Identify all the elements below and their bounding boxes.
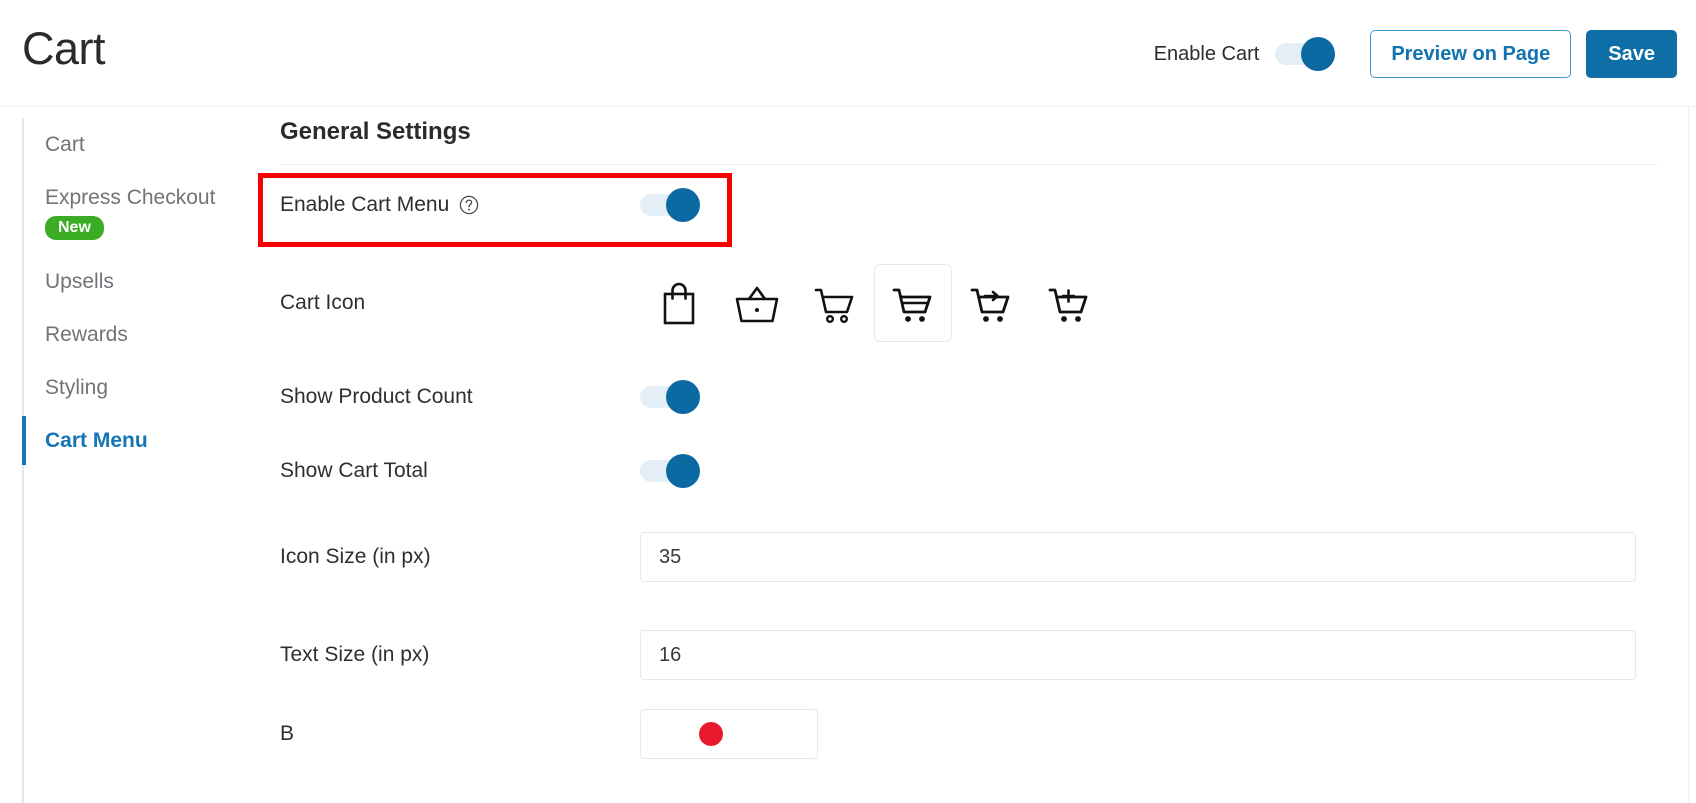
show-product-count-label: Show Product Count — [280, 385, 473, 408]
text-size-label: Text Size (in px) — [280, 643, 430, 666]
cart-arrow-icon — [966, 280, 1016, 326]
row-text-size: Text Size (in px) — [280, 606, 1670, 704]
page-header: Cart Enable Cart Preview on Page Save — [0, 0, 1696, 107]
sidebar-item-upsells[interactable]: Upsells — [24, 255, 246, 308]
sidebar-item-express-checkout[interactable]: Express Checkout New — [24, 171, 246, 255]
sidebar-item-cart[interactable]: Cart — [24, 118, 246, 171]
sidebar-item-styling[interactable]: Styling — [24, 361, 246, 414]
preview-on-page-button[interactable]: Preview on Page — [1370, 30, 1572, 78]
cart-icon-option-cart-outline[interactable] — [796, 264, 874, 342]
cart-icon-choices — [640, 263, 1108, 342]
enable-cart-toggle[interactable] — [1275, 37, 1336, 71]
show-cart-total-toggle[interactable] — [640, 454, 700, 488]
new-badge: New — [45, 215, 104, 241]
enable-cart-group: Enable Cart — [1153, 37, 1336, 71]
cart-icon-option-cart-filled[interactable] — [874, 263, 952, 342]
shopping-basket-icon — [732, 280, 782, 326]
cart-icon-label-group: Cart Icon — [280, 291, 640, 315]
text-size-input[interactable] — [640, 630, 1636, 680]
section-title-general-settings: General Settings — [280, 118, 471, 145]
shopping-cart-icon — [888, 280, 938, 326]
cart-icon-option-basket[interactable] — [718, 264, 796, 342]
enable-cart-label: Enable Cart — [1153, 42, 1260, 65]
row-icon-size: Icon Size (in px) — [280, 508, 1670, 606]
enable-cart-menu-label: Enable Cart Menu — [280, 193, 450, 216]
question-circle-icon[interactable] — [459, 195, 479, 215]
sidebar-item-label: Rewards — [45, 322, 128, 346]
shopping-bag-icon — [658, 280, 700, 326]
settings-sidebar: Cart Express Checkout New Upsells Reward… — [22, 118, 246, 803]
icon-size-label-group: Icon Size (in px) — [280, 545, 640, 569]
sidebar-item-rewards[interactable]: Rewards — [24, 308, 246, 361]
page-title: Cart — [22, 23, 106, 74]
header-actions: Enable Cart Preview on Page Save — [1154, 30, 1677, 78]
cart-settings-page: Cart Enable Cart Preview on Page Save Ca… — [0, 0, 1696, 803]
cart-icon-option-cart-arrow[interactable] — [952, 264, 1030, 342]
sidebar-item-label: Cart — [45, 132, 85, 156]
show-cart-total-label-group: Show Cart Total — [280, 459, 640, 483]
cart-icon-label: Cart Icon — [280, 290, 366, 314]
cart-plus-icon — [1044, 280, 1094, 326]
cart-icon-option-cart-plus[interactable] — [1030, 264, 1108, 342]
cart-icon-option-shopping-bag[interactable] — [640, 264, 718, 342]
background-color-picker[interactable] — [640, 709, 818, 759]
sidebar-item-label: Cart Menu — [45, 428, 148, 452]
toggle-knob — [666, 380, 700, 414]
show-product-count-label-group: Show Product Count — [280, 385, 640, 409]
row-cart-icon: Cart Icon — [280, 245, 1670, 360]
enable-cart-menu-toggle[interactable] — [640, 188, 700, 222]
icon-size-input[interactable] — [640, 532, 1636, 582]
row-enable-cart-menu: Enable Cart Menu — [280, 165, 1670, 245]
show-product-count-toggle[interactable] — [640, 380, 700, 414]
color-swatch-icon — [699, 722, 723, 746]
background-label: B — [280, 722, 295, 745]
toggle-knob — [666, 188, 700, 222]
shopping-cart-outline-icon — [810, 280, 860, 326]
icon-size-label: Icon Size (in px) — [280, 545, 431, 568]
toggle-knob — [666, 454, 700, 488]
save-button[interactable]: Save — [1586, 30, 1677, 78]
settings-content: General Settings Enable Cart Menu Cart I… — [280, 118, 1670, 764]
enable-cart-menu-label-group: Enable Cart Menu — [280, 193, 640, 217]
sidebar-item-cart-menu[interactable]: Cart Menu — [22, 414, 246, 467]
row-background-color: B — [280, 704, 1670, 764]
right-edge-divider — [1688, 107, 1689, 803]
sidebar-item-label: Express Checkout — [45, 185, 216, 209]
row-show-cart-total: Show Cart Total — [280, 434, 1670, 508]
toggle-knob — [1301, 37, 1336, 71]
sidebar-item-label: Upsells — [45, 269, 114, 293]
show-cart-total-label: Show Cart Total — [280, 459, 428, 482]
sidebar-item-label: Styling — [45, 375, 109, 399]
row-show-product-count: Show Product Count — [280, 360, 1670, 434]
text-size-label-group: Text Size (in px) — [280, 643, 640, 667]
